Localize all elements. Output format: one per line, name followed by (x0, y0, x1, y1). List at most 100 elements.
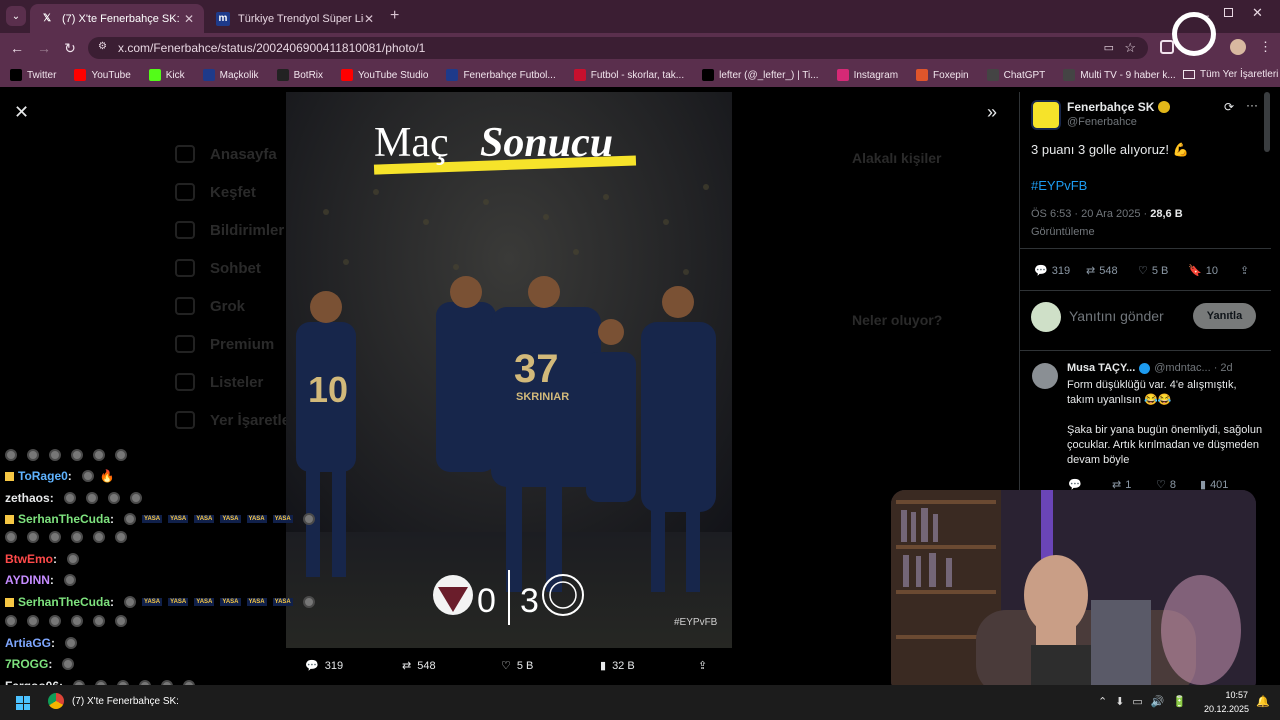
nav-icon (175, 297, 195, 315)
divider (1020, 248, 1271, 249)
profile-avatar[interactable] (1230, 39, 1246, 55)
like-button[interactable]: ♡ 5 B (1138, 264, 1168, 278)
photo-views-button[interactable]: ▮ 32 B (600, 659, 635, 673)
bookmark-item[interactable]: Foxepin (916, 69, 969, 81)
reload-button[interactable]: ↻ (61, 39, 79, 57)
address-bar[interactable]: ⚙ x.com/Fenerbahce/status/20024069004118… (88, 37, 1148, 59)
player-number-left: 10 (308, 369, 348, 410)
site-info-icon[interactable]: ⚙ (98, 41, 107, 52)
emote-icon (63, 574, 76, 586)
bookmark-item[interactable]: YouTube (74, 69, 131, 81)
all-bookmarks[interactable]: Tüm Yer İşaretleri (1183, 69, 1278, 80)
new-tab-button[interactable]: + (390, 7, 399, 25)
player-number: 37 (514, 347, 559, 391)
taskbar-chrome-app[interactable]: (7) X'te Fenerbahçe SK: (48, 693, 179, 709)
background-nav-item: Bildirimler (175, 221, 284, 239)
emote-icon (115, 531, 127, 543)
windows-start-icon[interactable] (16, 696, 30, 710)
photo-share-button[interactable]: ⇪ (698, 659, 707, 672)
reply-input[interactable]: Yanıtını gönder (1069, 308, 1164, 324)
bookmark-item[interactable]: ChatGPT (986, 69, 1045, 81)
bookmark-item[interactable]: Maçkolik (202, 69, 259, 81)
expand-panel-button[interactable]: » (987, 102, 997, 123)
tab-x-fenerbahce[interactable]: 𝕏 (7) X'te Fenerbahçe SK: "3 puanı 3 gol… (30, 4, 204, 33)
instagram-icon (836, 69, 849, 81)
verified-gold-icon (1158, 101, 1171, 113)
tweet-handle[interactable]: @Fenerbahce (1067, 116, 1137, 128)
away-score: 3 (520, 582, 539, 620)
extensions-icon[interactable] (1160, 40, 1174, 54)
photo-reply-button[interactable]: 💬 319 (305, 659, 343, 673)
emote-icon (27, 531, 39, 543)
photo-like-button[interactable]: ♡ 5 B (501, 659, 533, 673)
close-icon[interactable]: ✕ (364, 12, 374, 26)
bookmark-button[interactable]: 🔖 10 (1188, 264, 1218, 278)
emote-icon (5, 449, 17, 461)
retweet-button[interactable]: ⇄ 548 (1086, 264, 1118, 278)
yasa-emote: YASA (142, 598, 163, 606)
cast-icon[interactable]: ▭ (1104, 41, 1114, 54)
tweet-author[interactable]: Fenerbahçe SK (1067, 100, 1171, 114)
close-photo-button[interactable]: ✕ (14, 102, 29, 123)
more-icon[interactable]: ··· (1246, 98, 1258, 112)
reply-author[interactable]: Musa TAÇY... @mdntac... · 2d (1067, 362, 1233, 374)
tab-superlig[interactable]: m Türkiye Trendyol Süper Lig 2025 ✕ (206, 4, 384, 33)
nav-icon (175, 183, 195, 201)
chat-username[interactable]: ArtiaGG (5, 636, 51, 650)
tab-search-button[interactable]: ⌄ (6, 6, 26, 26)
menu-icon[interactable]: ⋮ (1259, 39, 1272, 55)
bookmark-star-icon[interactable]: ☆ (1124, 40, 1136, 56)
clock[interactable]: 10:57 20.12.2025 (1204, 688, 1249, 716)
kick-icon (148, 69, 161, 81)
chat-username[interactable]: ToRage0 (18, 469, 68, 483)
reply-icon: 💬 (1034, 265, 1048, 277)
chat-username[interactable]: AYDINN (5, 573, 50, 587)
scrollbar[interactable] (1264, 92, 1270, 152)
bookmark-item[interactable]: lefter (@_lefter_) | Ti... (702, 69, 819, 81)
chat-message: SerhanTheCuda : YASA YASA YASA YASA YASA YASA (5, 512, 315, 526)
bookmark-item[interactable]: Twitter (10, 69, 56, 81)
bookmark-item[interactable]: Multi TV - 9 haber k... (1063, 69, 1176, 81)
chat-username[interactable]: SerhanTheCuda (18, 512, 110, 526)
back-button[interactable]: ← (8, 39, 26, 57)
chat-emote-row (0, 531, 127, 543)
chat-username[interactable]: zethaos (5, 491, 50, 505)
bookmark-item[interactable]: Kick (148, 69, 185, 81)
youtube-studio-icon (341, 69, 354, 81)
botrix-icon (276, 69, 289, 81)
views-icon: ▮ (600, 660, 607, 672)
bookmark-item[interactable]: Fenerbahçe Futbol... (446, 69, 556, 81)
chat-username[interactable]: BtwEmo (5, 552, 53, 566)
close-window-button[interactable]: ✕ (1252, 5, 1263, 21)
notifications-icon[interactable]: 🔔 (1256, 695, 1270, 708)
emote-icon (5, 615, 17, 627)
chat-username[interactable]: 7ROGG (5, 657, 48, 671)
bookmark-item[interactable]: YouTube Studio (341, 69, 428, 81)
reply-submit-button[interactable]: Yanıtla (1193, 303, 1256, 329)
system-tray[interactable]: ⌃⬇▭🔊🔋 (1098, 695, 1194, 708)
background-trends-heading: Neler oluyor? (852, 312, 943, 328)
emote-icon (129, 492, 142, 504)
reply-button[interactable]: 💬 319 (1034, 264, 1070, 278)
chat-username[interactable]: SerhanTheCuda (18, 595, 110, 609)
match-result-photo[interactable]: 10 37 SKRINIAR Maç Sonucu 0 3 #EYPvFB (286, 92, 732, 648)
close-icon[interactable]: ✕ (184, 12, 194, 26)
maximize-button[interactable] (1224, 8, 1233, 17)
foxepin-icon (916, 69, 929, 81)
cursor-highlight-icon (1172, 12, 1216, 56)
share-button[interactable]: ⇪ (1240, 264, 1249, 277)
bookmark-item[interactable]: BotRix (276, 69, 323, 81)
chat-badge-icon (5, 514, 14, 524)
reply-avatar[interactable] (1032, 363, 1058, 389)
multitv-icon (1063, 69, 1076, 81)
avatar[interactable] (1031, 100, 1061, 130)
bookmark-item[interactable]: Instagram (836, 69, 898, 81)
bookmark-item[interactable]: Futbol - skorlar, tak... (573, 69, 684, 81)
grok-icon[interactable]: ⟳ (1224, 100, 1234, 114)
forward-button[interactable]: → (35, 39, 53, 57)
photo-retweet-button[interactable]: ⇄ 548 (402, 659, 436, 673)
player-name: SKRINIAR (516, 391, 569, 403)
x-logo-icon: 𝕏 (42, 13, 52, 24)
x-logo-icon (10, 69, 22, 81)
tweet-hashtag[interactable]: #EYPvFB (1031, 178, 1087, 193)
